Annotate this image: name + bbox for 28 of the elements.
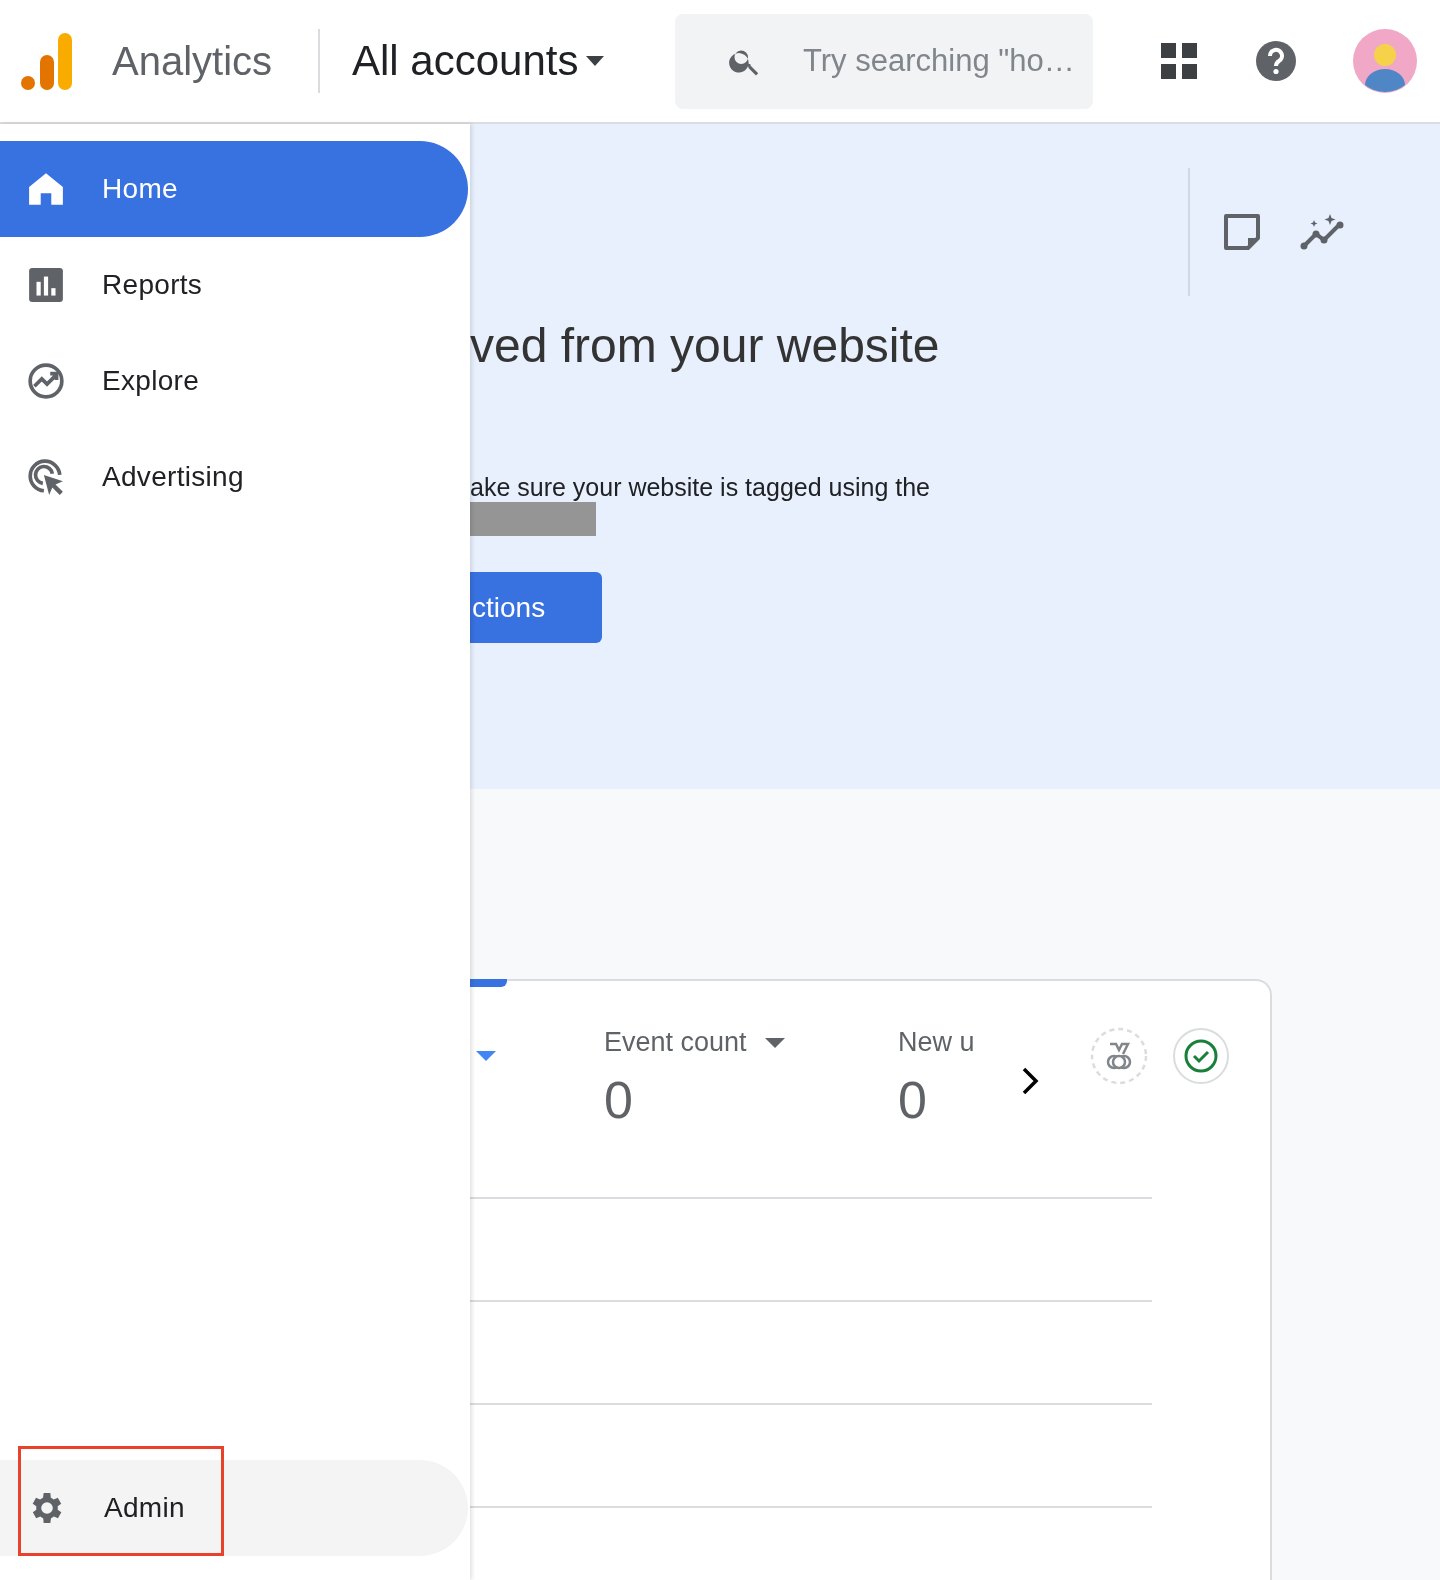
check-circle-icon[interactable] [1172,1027,1230,1085]
banner-text: ake sure your website is tagged using the [470,473,930,502]
product-name: Analytics [112,38,274,84]
nav-item[interactable]: Advertising [0,429,468,525]
analytics-logo-icon [20,31,74,91]
banner-heading: ved from your website [470,318,940,373]
metric-value: 0 [604,1070,634,1130]
metric-label: Event count [604,1027,747,1058]
dropdown-caret-icon[interactable] [476,1051,496,1061]
note-icon[interactable] [1222,212,1262,252]
nav-item[interactable]: Reports [0,237,468,333]
help-icon[interactable] [1255,40,1297,82]
trend-circle-icon [27,362,65,400]
avatar-icon[interactable] [1353,29,1417,93]
bar-chart-icon [27,266,65,304]
search-field[interactable]: Try searching "ho… [675,13,1093,109]
metric-value: 0 [898,1070,928,1130]
instructions-button[interactable]: ctions [470,572,602,643]
target-cursor-icon [27,458,65,496]
nav-item[interactable]: Home [0,141,468,237]
admin-nav-item[interactable]: Admin [0,1460,468,1556]
tab-indicator [470,979,507,987]
account-selector[interactable]: All accounts [352,37,622,85]
caret-icon [586,56,605,66]
metric-label: New u [898,1027,975,1058]
apps-grid-icon[interactable] [1159,41,1199,81]
nav-item[interactable]: Explore [0,333,468,429]
caret-icon[interactable] [764,1037,785,1048]
